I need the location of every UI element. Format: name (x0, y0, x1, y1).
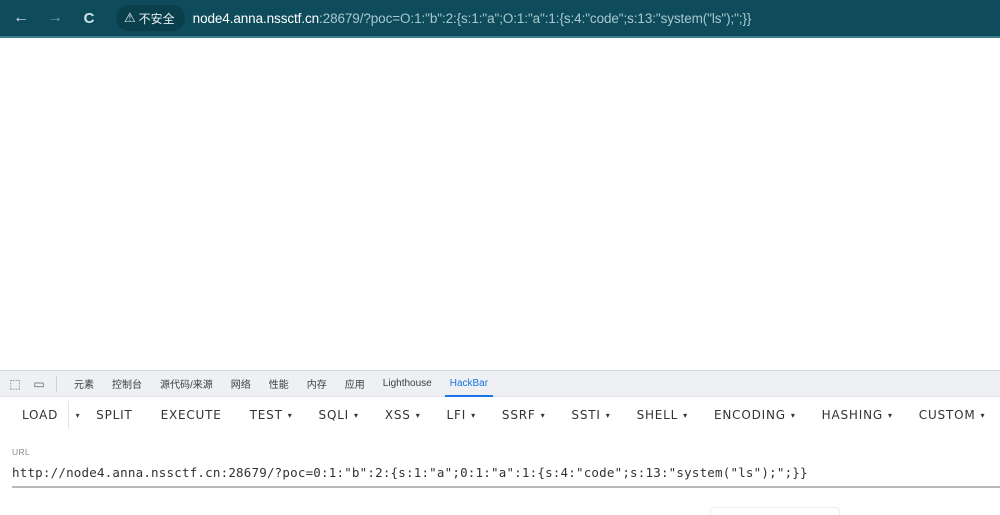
caret-down-icon: ▾ (75, 410, 80, 420)
caret-down-icon: ▾ (790, 410, 796, 420)
caret-down-icon: ▾ (287, 410, 293, 420)
caret-down-icon: ▾ (683, 410, 688, 420)
execute-button[interactable]: EXECUTE (151, 399, 232, 431)
custom-menu[interactable]: CUSTOM ▾ (909, 399, 996, 431)
arrow-right-icon: → (47, 9, 63, 26)
load-options-dropdown[interactable]: ▾ (68, 401, 86, 429)
lfi-menu[interactable]: LFI ▾ (437, 399, 486, 431)
tab-application[interactable]: 应用 (336, 371, 374, 397)
shell-label: SHELL (636, 408, 679, 422)
url-path: :28679/?poc=O:1:"b":2:{s:1:"a";O:1:"a":1… (319, 10, 752, 26)
custom-label: CUSTOM (918, 408, 976, 422)
split-button[interactable]: SPLIT (86, 399, 142, 431)
tab-console[interactable]: 控制台 (103, 371, 151, 397)
ssrf-menu[interactable]: SSRF ▾ (492, 399, 556, 431)
hackbar-menu: LOAD ▾ SPLIT EXECUTE TEST ▾ SQLI ▾ XSS ▾ LF… (0, 397, 1000, 433)
caret-down-icon: ▾ (415, 410, 421, 420)
tab-sources[interactable]: 源代码/来源 (151, 371, 222, 397)
caret-down-icon: ▾ (887, 410, 893, 420)
hackbar-url-field: URL (12, 447, 1000, 488)
tab-lighthouse[interactable]: Lighthouse (374, 371, 441, 397)
tab-performance[interactable]: 性能 (260, 371, 298, 397)
device-toolbar-icon[interactable]: ▭ (30, 375, 48, 393)
hashing-menu[interactable]: HASHING ▾ (812, 399, 903, 431)
ssti-menu[interactable]: SSTI ▾ (561, 399, 620, 431)
url-host: node4.anna.nssctf.cn (192, 10, 320, 26)
load-button[interactable]: LOAD (12, 399, 68, 431)
reload-icon: C (83, 9, 95, 27)
encoding-label: ENCODING (713, 408, 786, 422)
url-field-label: URL (12, 447, 30, 457)
load-label: LOAD (22, 408, 59, 422)
inspect-element-icon[interactable]: ⬚ (6, 375, 24, 393)
address-bar[interactable]: ⚠ 不安全 node4.anna.nssctf.cn:28679/?poc=O:… (116, 3, 1000, 33)
back-button[interactable]: ← (4, 1, 38, 35)
security-indicator[interactable]: ⚠ 不安全 (116, 5, 185, 31)
xss-menu[interactable]: XSS ▾ (375, 399, 431, 431)
test-menu[interactable]: TEST ▾ (240, 399, 303, 431)
tab-network[interactable]: 网络 (222, 371, 260, 397)
enable-post-toggle[interactable] (710, 507, 840, 515)
security-label: 不安全 (138, 11, 175, 26)
encoding-menu[interactable]: ENCODING ▾ (704, 399, 806, 431)
xss-label: XSS (384, 408, 411, 422)
caret-down-icon: ▾ (471, 410, 476, 420)
forward-button[interactable]: → (38, 1, 72, 35)
hackbar-url-input[interactable] (12, 463, 1000, 488)
shell-menu[interactable]: SHELL ▾ (627, 399, 698, 431)
caret-down-icon: ▾ (540, 410, 546, 420)
warning-icon: ⚠ (124, 10, 136, 25)
browser-toolbar: ← → C ⚠ 不安全 node4.anna.nssctf.cn:28679/?… (0, 0, 1000, 38)
caret-down-icon: ▾ (354, 410, 359, 420)
devtools-panel: ⬚ ▭ 元素 控制台 源代码/来源 网络 性能 内存 应用 Lighthouse… (0, 370, 1000, 515)
sqli-label: SQLI (318, 408, 350, 422)
divider (56, 375, 57, 392)
address-url[interactable]: node4.anna.nssctf.cn:28679/?poc=O:1:"b":… (193, 11, 752, 26)
tab-memory[interactable]: 内存 (298, 371, 336, 397)
hashing-label: HASHING (821, 408, 883, 422)
ssrf-label: SSRF (501, 408, 536, 422)
lfi-label: LFI (446, 408, 467, 422)
ssti-label: SSTI (571, 408, 601, 422)
tab-elements[interactable]: 元素 (65, 371, 103, 397)
page-content (0, 40, 1000, 370)
test-label: TEST (249, 408, 283, 422)
tab-hackbar[interactable]: HackBar (441, 371, 497, 397)
caret-down-icon: ▾ (605, 410, 611, 420)
reload-button[interactable]: C (72, 1, 106, 35)
split-label: SPLIT (96, 408, 133, 422)
arrow-left-icon: ← (13, 9, 29, 26)
execute-label: EXECUTE (160, 408, 222, 422)
devtools-tab-bar: ⬚ ▭ 元素 控制台 源代码/来源 网络 性能 内存 应用 Lighthouse… (0, 371, 1000, 397)
sqli-menu[interactable]: SQLI ▾ (309, 399, 369, 431)
caret-down-icon: ▾ (980, 410, 986, 420)
